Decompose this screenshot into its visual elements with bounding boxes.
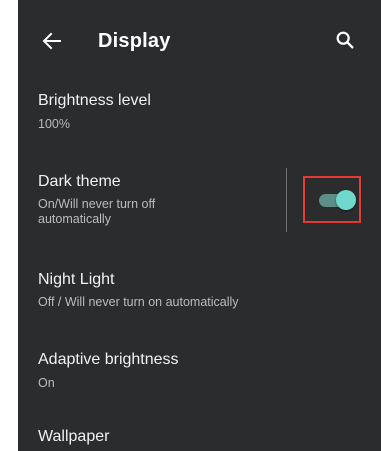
setting-title: Wallpaper — [38, 428, 110, 445]
setting-title: Adaptive brightness — [38, 351, 179, 368]
setting-title: Dark theme — [38, 173, 121, 190]
page-title: Display — [98, 30, 171, 52]
display-settings-screen: Display Brightness level 100% Dark theme… — [18, 0, 381, 451]
toggle-thumb[interactable] — [336, 190, 356, 210]
setting-subtitle: 100% — [38, 117, 70, 131]
setting-subtitle: On/Will never turn off — [38, 197, 156, 211]
divider — [286, 168, 287, 232]
setting-title: Night Light — [38, 271, 115, 288]
setting-subtitle: On — [38, 376, 55, 390]
search-icon[interactable] — [334, 29, 356, 51]
setting-subtitle-line2: automatically — [38, 212, 111, 226]
setting-subtitle: Off / Will never turn on automatically — [38, 295, 239, 309]
app-bar: Display — [18, 0, 381, 86]
edge-fragment — [0, 183, 11, 197]
arrow-left-icon[interactable] — [40, 29, 64, 53]
setting-title: Brightness level — [38, 92, 151, 109]
